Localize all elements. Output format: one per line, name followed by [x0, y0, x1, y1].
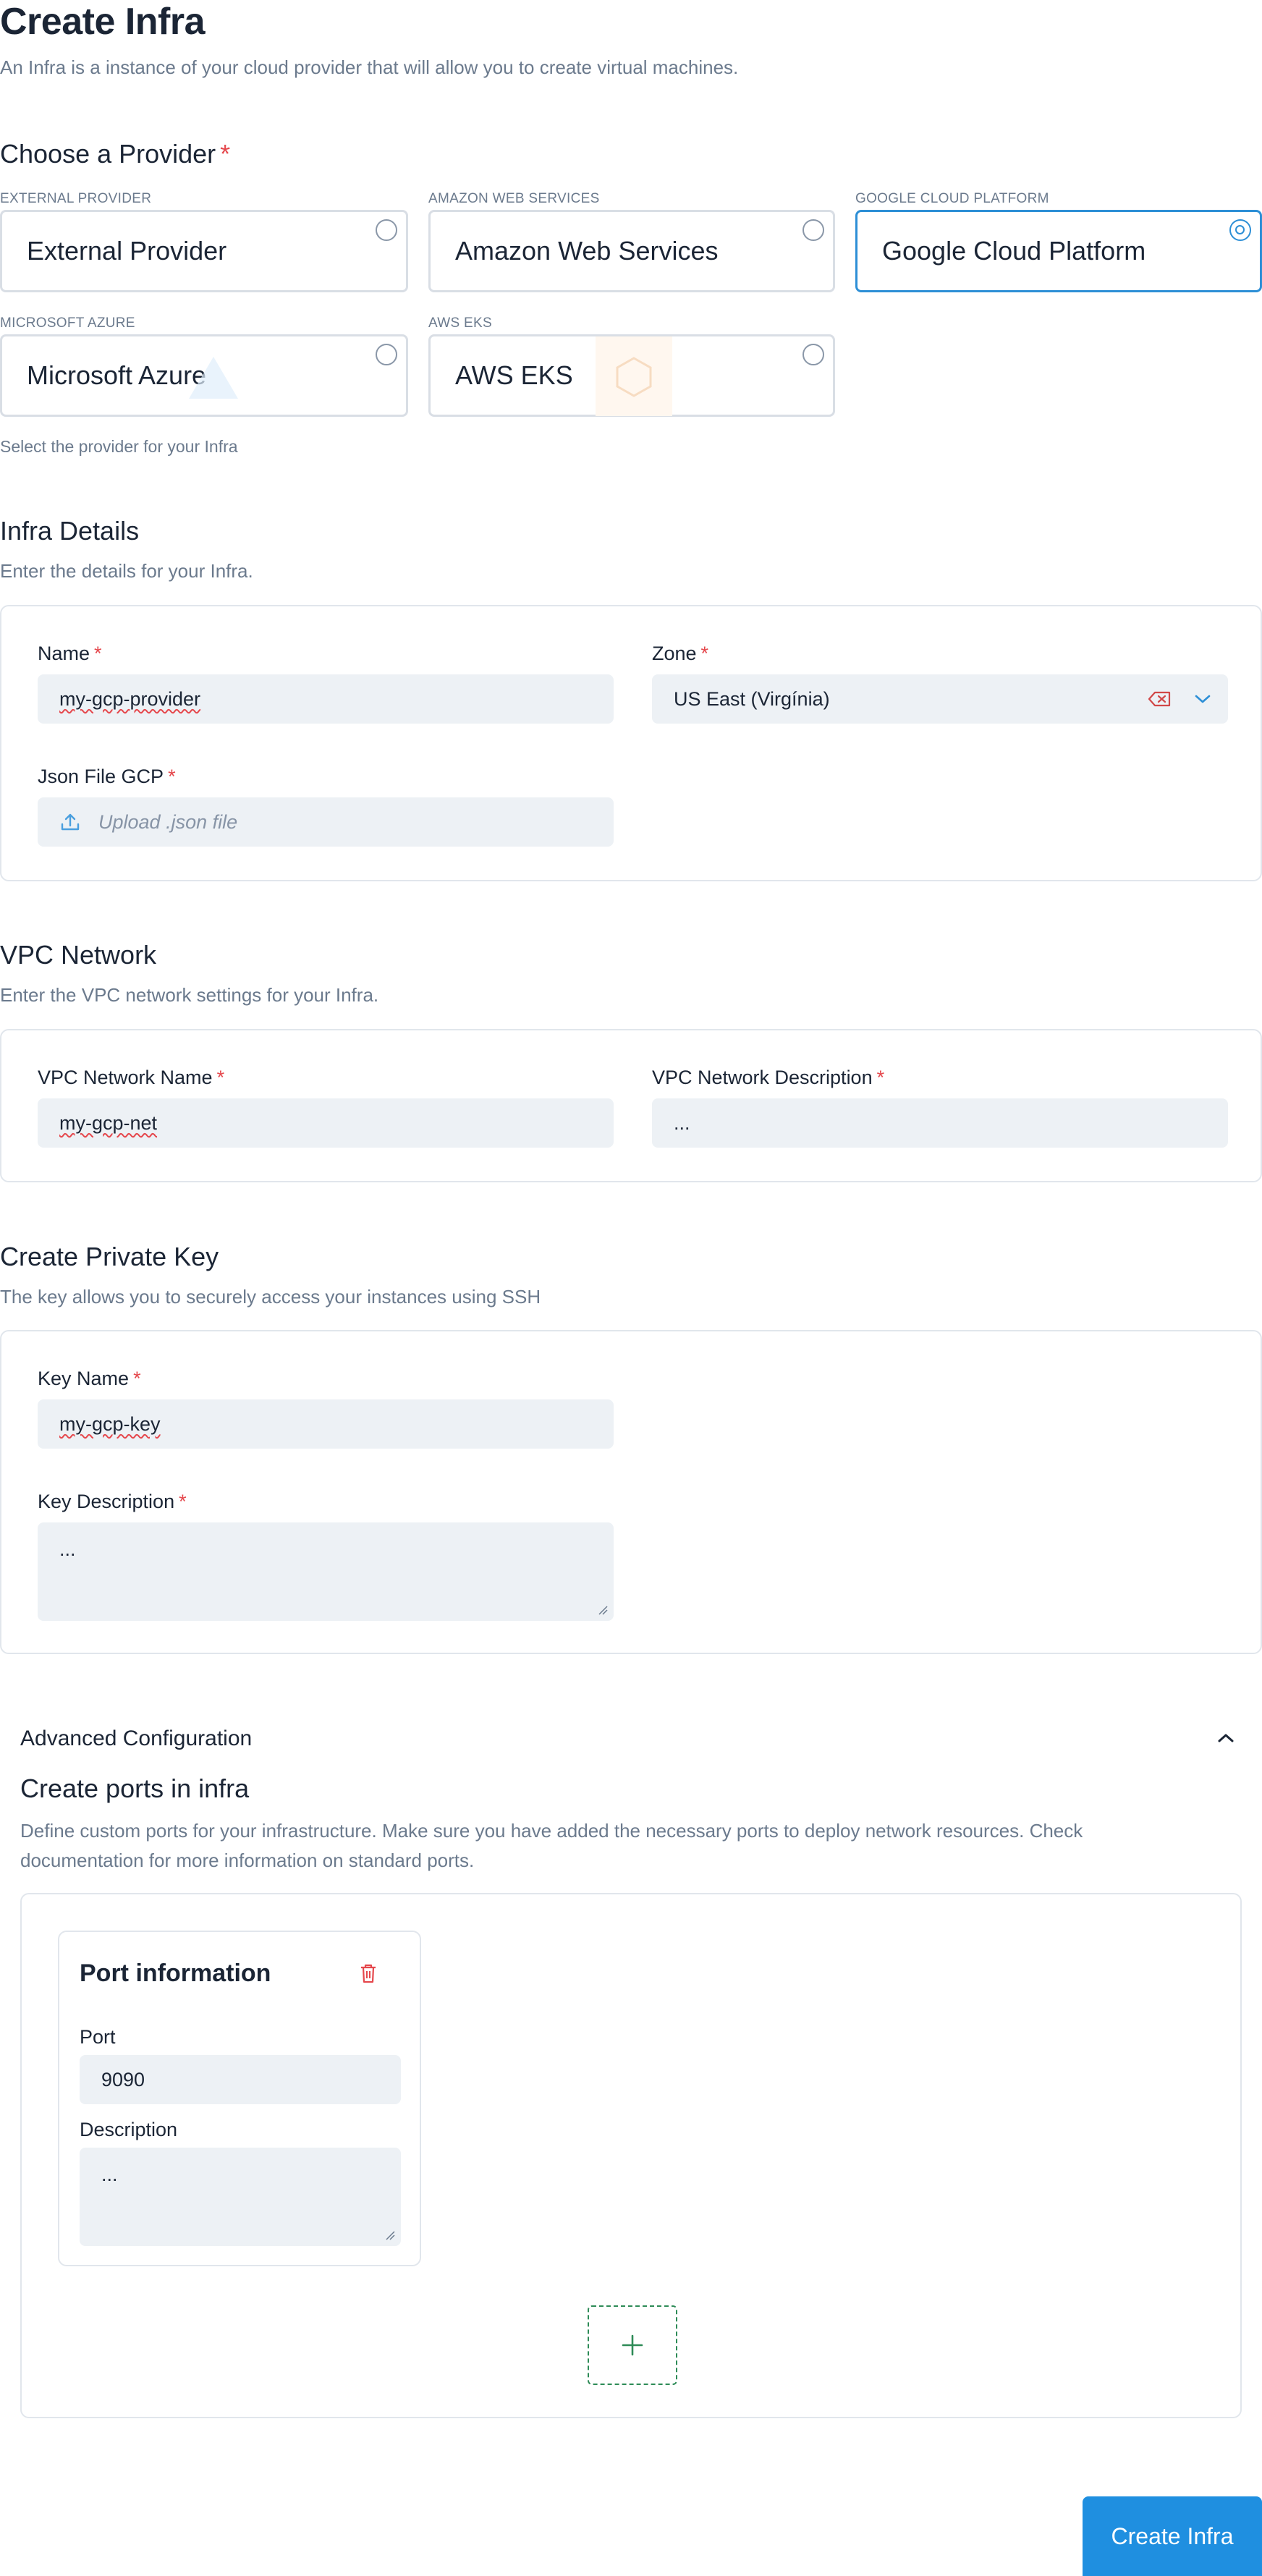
provider-label-external: External Provider — [27, 236, 227, 266]
key-description-textarea[interactable]: ... — [38, 1522, 614, 1621]
json-file-label: Json File GCP * — [38, 766, 176, 787]
azure-logo-watermark-icon — [189, 357, 238, 399]
provider-label-azure: Microsoft Azure — [27, 360, 207, 390]
port-card: Port information Port 9090 Description .… — [58, 1931, 421, 2266]
ports-heading: Create ports in infra — [20, 1774, 250, 1803]
key-description-label: Key Description * — [38, 1491, 187, 1512]
key-name-input[interactable]: my-gcp-key — [38, 1399, 614, 1449]
provider-card-azure[interactable]: Microsoft Azure — [0, 334, 408, 417]
plus-icon — [622, 2334, 643, 2356]
provider-helper-text: Select the provider for your Infra — [0, 437, 238, 456]
provider-caption-external: EXTERNAL PROVIDER — [0, 191, 152, 206]
ports-description: Define custom ports for your infrastruct… — [20, 1820, 1083, 1871]
port-description-label: Description — [80, 2119, 178, 2140]
json-file-upload[interactable]: Upload .json file — [38, 797, 614, 847]
provider-card-eks[interactable]: AWS EKS — [428, 334, 835, 417]
chevron-down-icon[interactable] — [1193, 692, 1212, 706]
radio-eks[interactable] — [802, 344, 824, 365]
resize-grip-icon[interactable] — [385, 2230, 395, 2240]
key-heading: Create Private Key — [0, 1242, 219, 1271]
port-input[interactable]: 9090 — [80, 2055, 401, 2104]
provider-caption-eks: AWS EKS — [428, 315, 492, 331]
zone-label: Zone * — [652, 643, 709, 664]
vpc-description-input[interactable]: ... — [652, 1098, 1228, 1148]
provider-label-aws: Amazon Web Services — [455, 236, 719, 266]
key-subtitle: The key allows you to securely access yo… — [0, 1286, 541, 1308]
provider-caption-aws: AMAZON WEB SERVICES — [428, 191, 600, 206]
eks-logo-watermark-icon — [596, 336, 672, 416]
clear-icon[interactable] — [1148, 690, 1172, 708]
provider-card-external[interactable]: External Provider — [0, 210, 408, 292]
ports-panel: Port information Port 9090 Description .… — [20, 1893, 1242, 2418]
port-card-title: Port information — [80, 1959, 271, 1987]
zone-select[interactable]: US East (Virgínia) — [652, 674, 1228, 724]
details-subtitle: Enter the details for your Infra. — [0, 560, 253, 582]
radio-gcp[interactable] — [1229, 219, 1251, 241]
page-subtitle: An Infra is a instance of your cloud pro… — [0, 56, 739, 78]
create-infra-button[interactable]: Create Infra — [1083, 2496, 1262, 2576]
provider-card-aws[interactable]: Amazon Web Services — [428, 210, 835, 292]
provider-label-gcp: Google Cloud Platform — [882, 236, 1146, 266]
json-file-placeholder: Upload .json file — [98, 810, 238, 833]
vpc-name-label: VPC Network Name * — [38, 1067, 225, 1088]
vpc-subtitle: Enter the VPC network settings for your … — [0, 984, 379, 1006]
provider-card-gcp[interactable]: Google Cloud Platform — [855, 210, 1262, 292]
vpc-heading: VPC Network — [0, 940, 157, 970]
add-port-button[interactable] — [588, 2305, 677, 2385]
key-panel: Key Name * my-gcp-key Key Description * ..… — [0, 1330, 1262, 1654]
trash-icon[interactable] — [359, 1962, 378, 1984]
chevron-up-icon[interactable] — [1216, 1729, 1236, 1747]
upload-icon — [61, 813, 80, 831]
key-name-label: Key Name * — [38, 1368, 141, 1389]
details-heading: Infra Details — [0, 516, 140, 546]
resize-grip-icon[interactable] — [598, 1605, 608, 1615]
provider-caption-gcp: GOOGLE CLOUD PLATFORM — [855, 191, 1049, 206]
radio-external[interactable] — [376, 219, 397, 241]
advanced-config-toggle-label[interactable]: Advanced Configuration — [20, 1726, 252, 1751]
vpc-panel: VPC Network Name * my-gcp-net VPC Network… — [0, 1029, 1262, 1182]
zone-value: US East (Virgínia) — [674, 687, 830, 710]
name-input[interactable]: my-gcp-provider — [38, 674, 614, 724]
provider-label-eks: AWS EKS — [455, 360, 573, 390]
port-description-textarea[interactable]: ... — [80, 2148, 401, 2246]
vpc-name-input[interactable]: my-gcp-net — [38, 1098, 614, 1148]
details-panel: Name * my-gcp-provider Zone * US East (Vir… — [0, 605, 1262, 881]
name-label: Name * — [38, 643, 102, 664]
radio-aws[interactable] — [802, 219, 824, 241]
provider-caption-azure: MICROSOFT AZURE — [0, 315, 135, 331]
radio-azure[interactable] — [376, 344, 397, 365]
page-title: Create Infra — [0, 1, 206, 43]
port-label: Port — [80, 2026, 116, 2048]
vpc-description-label: VPC Network Description * — [652, 1067, 885, 1088]
provider-heading: Choose a Provider * — [0, 139, 231, 169]
